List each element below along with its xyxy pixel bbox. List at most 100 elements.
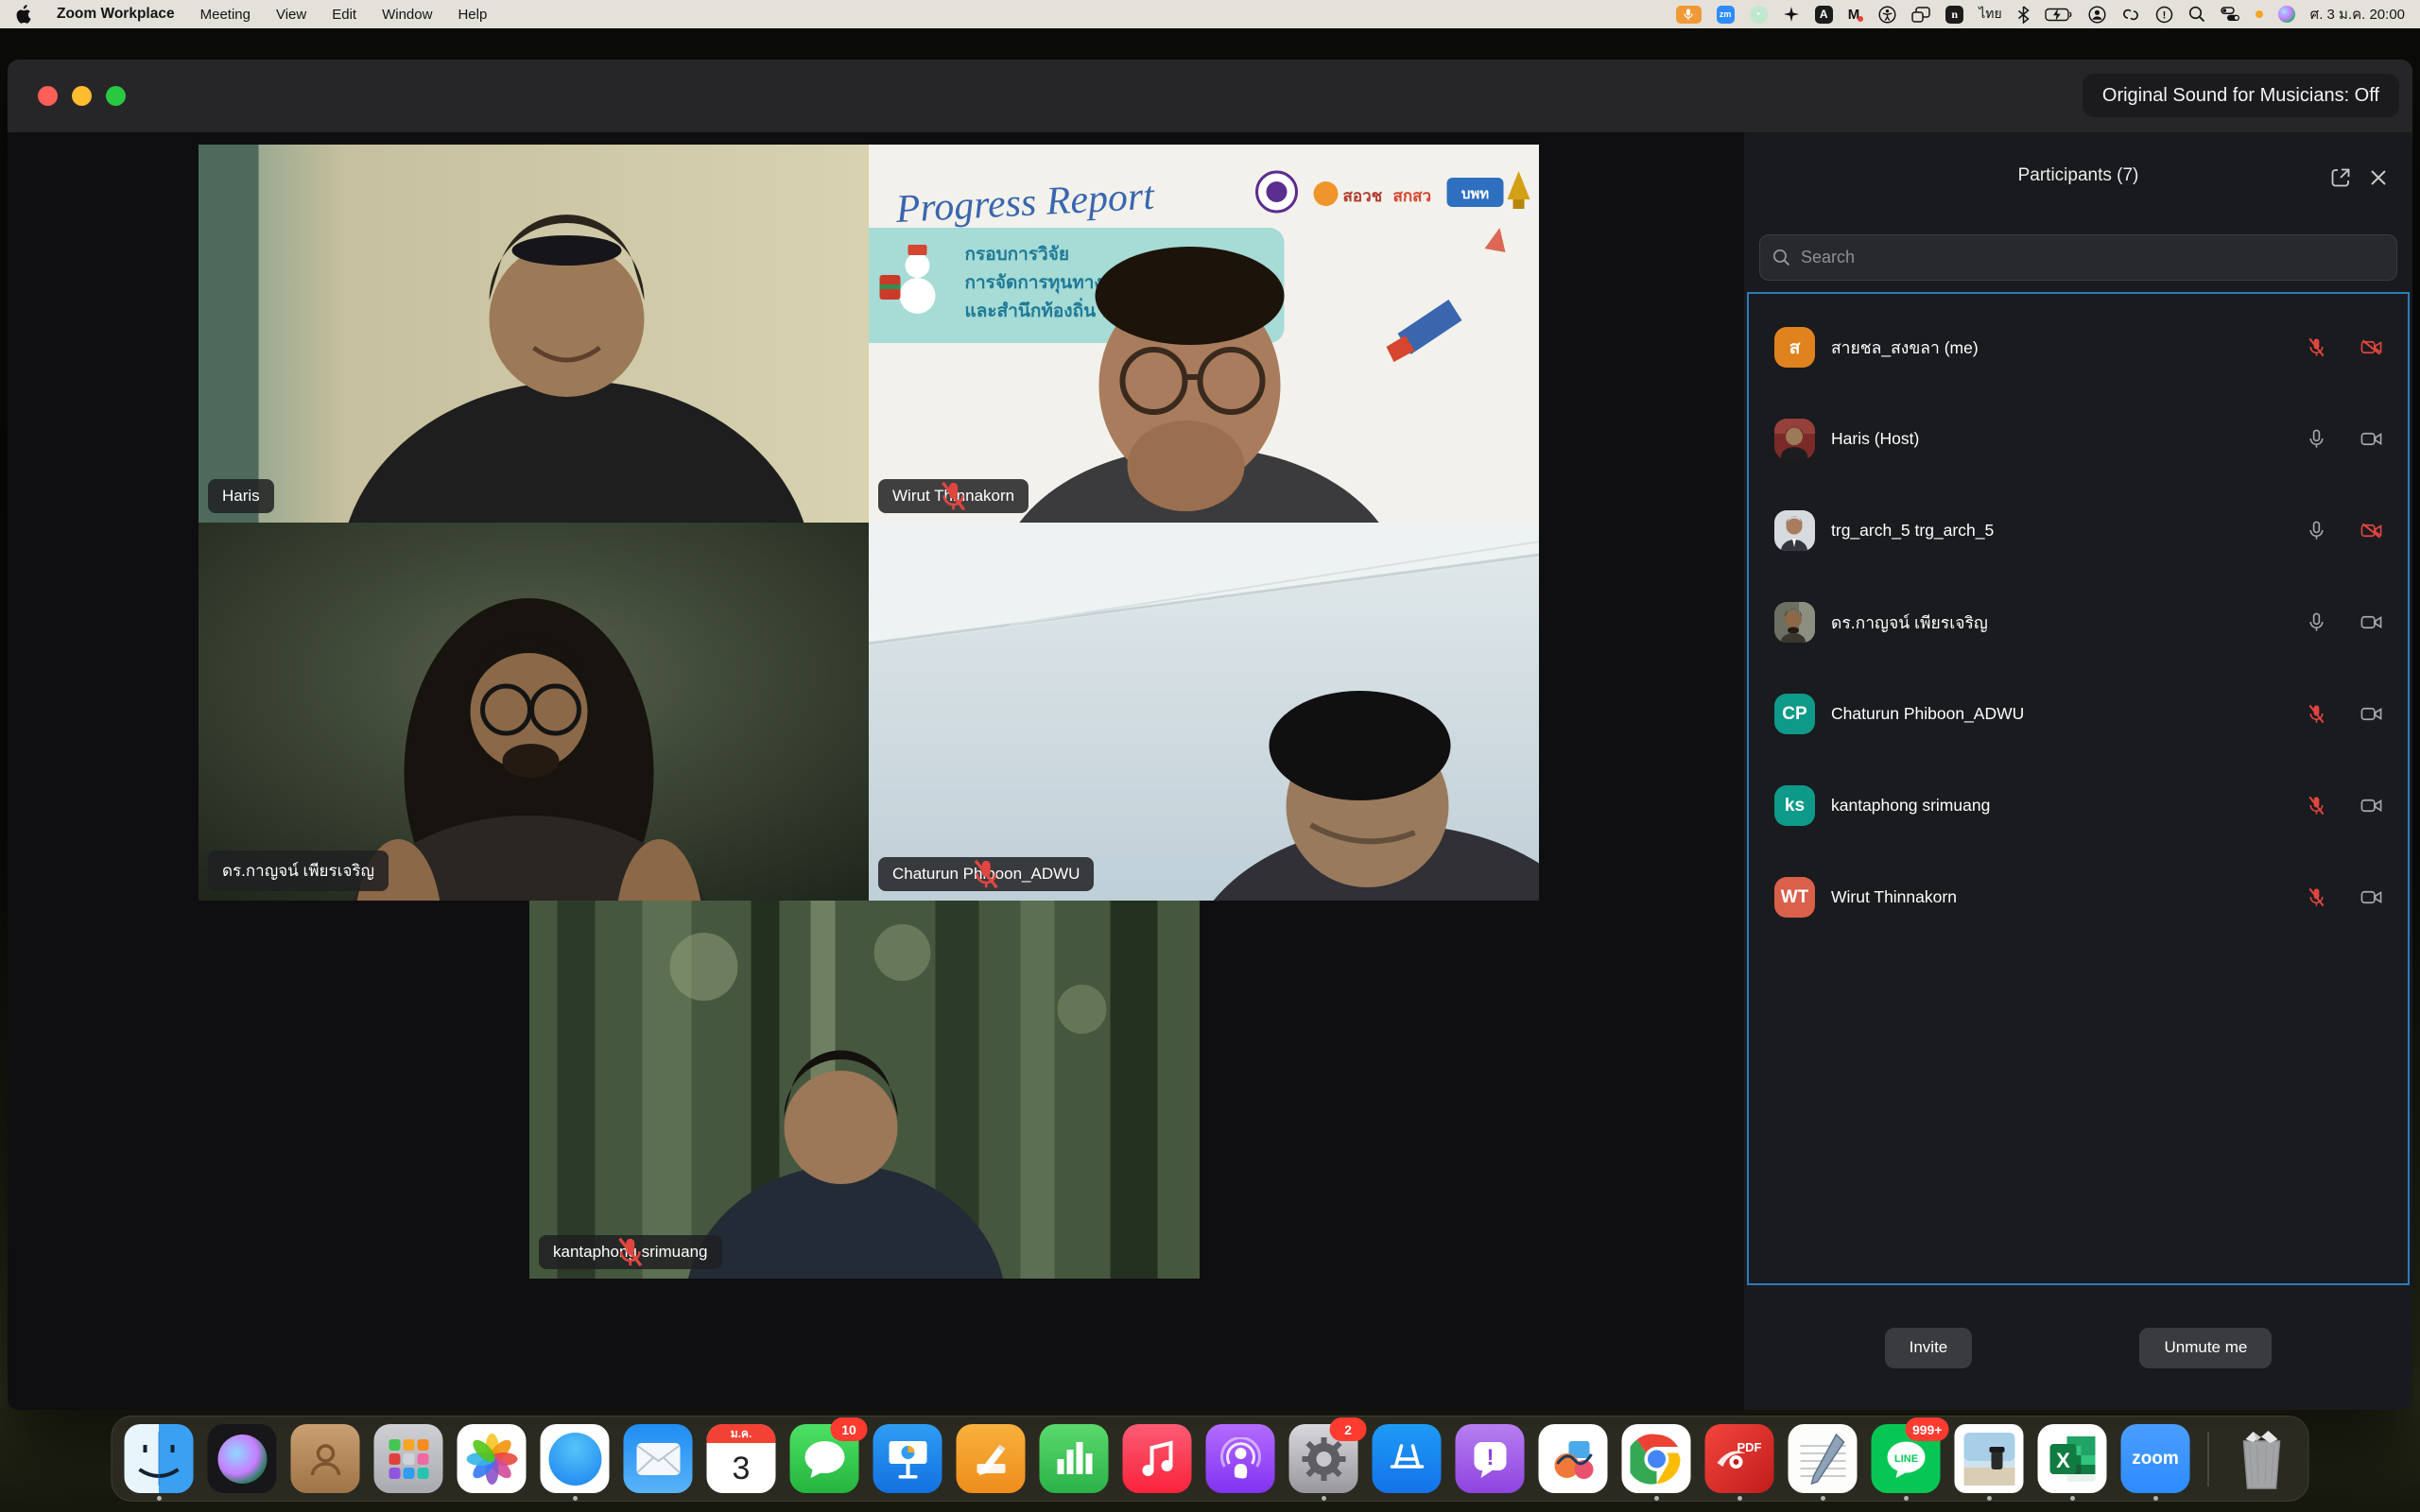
dock-feedback-icon[interactable]: !	[1456, 1424, 1525, 1493]
video-tile-haris[interactable]: Haris	[199, 145, 869, 523]
participant-row[interactable]: ส สายชล_สงขลา (me)	[1749, 301, 2408, 393]
a-app-status-icon[interactable]: A	[1815, 6, 1833, 24]
participant-name: Haris (Host)	[1831, 429, 1919, 449]
avatar	[1774, 510, 1815, 551]
dock-settings-icon[interactable]: 2	[1289, 1424, 1358, 1493]
minimize-window-button[interactable]	[72, 86, 92, 106]
video-off-icon[interactable]	[2360, 336, 2382, 358]
avatar: ks	[1774, 785, 1815, 826]
participant-row[interactable]: WT Wirut Thinnakorn	[1749, 851, 2408, 943]
dock-numbers-icon[interactable]	[1040, 1424, 1109, 1493]
dock-zoom-icon[interactable]: zoom	[2121, 1424, 2190, 1493]
m-app-status-icon[interactable]: M	[1848, 5, 1864, 24]
dock-finder-icon[interactable]	[125, 1424, 194, 1493]
participant-name: Chaturun Phiboon_ADWU	[1831, 704, 2024, 724]
svg-text:บพท: บพท	[1461, 186, 1489, 202]
menubar-app-name[interactable]: Zoom Workplace	[57, 6, 175, 23]
line-status-icon[interactable]: ●	[1750, 6, 1768, 24]
dock-podcasts-icon[interactable]	[1206, 1424, 1275, 1493]
dock-chrome-icon[interactable]	[1622, 1424, 1691, 1493]
dock-excel-icon[interactable]: X	[2038, 1424, 2107, 1493]
mic-on-icon[interactable]	[2306, 520, 2327, 541]
participant-row[interactable]: Haris (Host)	[1749, 393, 2408, 485]
dock-photos-icon[interactable]	[458, 1424, 527, 1493]
dock-line-icon[interactable]: LINE999+	[1872, 1424, 1941, 1493]
invite-button[interactable]: Invite	[1885, 1328, 1973, 1368]
time-machine-status-icon[interactable]: !	[2155, 5, 2173, 24]
mic-muted-icon[interactable]	[2306, 336, 2327, 358]
dock-keynote-icon[interactable]	[873, 1424, 942, 1493]
avatar: ส	[1774, 327, 1815, 368]
close-window-button[interactable]	[38, 86, 58, 106]
mic-on-icon[interactable]	[2306, 611, 2327, 633]
dock-appstore-icon[interactable]	[1373, 1424, 1442, 1493]
menu-help[interactable]: Help	[458, 7, 487, 23]
original-sound-toggle[interactable]: Original Sound for Musicians: Off	[2083, 74, 2399, 117]
mic-muted-icon[interactable]	[2306, 886, 2327, 908]
menu-edit[interactable]: Edit	[332, 7, 356, 23]
participant-row[interactable]: CP Chaturun Phiboon_ADWU	[1749, 668, 2408, 760]
menu-view[interactable]: View	[276, 7, 306, 23]
video-on-icon[interactable]	[2360, 611, 2382, 633]
video-off-icon[interactable]	[2360, 520, 2382, 541]
mic-on-icon[interactable]	[2306, 428, 2327, 450]
participant-row[interactable]: ดร.กาญจน์ เพียรเจริญ	[1749, 576, 2408, 668]
dock-minimized-window-icon[interactable]	[1955, 1424, 2024, 1493]
participant-row[interactable]: ks kantaphong srimuang	[1749, 760, 2408, 851]
siri-icon[interactable]	[2278, 6, 2295, 23]
svg-text:!: !	[2162, 9, 2166, 21]
participant-list[interactable]: ส สายชล_สงขลา (me) Haris (Host)	[1747, 292, 2410, 1285]
video-on-icon[interactable]	[2360, 703, 2382, 725]
participant-name: สายชล_สงขลา (me)	[1831, 335, 1979, 361]
fullscreen-window-button[interactable]	[106, 86, 126, 106]
dock-contacts-icon[interactable]	[291, 1424, 360, 1493]
video-on-icon[interactable]	[2360, 428, 2382, 450]
user-account-status-icon[interactable]	[2088, 5, 2106, 24]
video-tile-chaturun[interactable]: Chaturun Phiboon_ADWU	[869, 523, 1539, 901]
spotlight-search-icon[interactable]	[2188, 5, 2205, 24]
window-titlebar[interactable]: Original Sound for Musicians: Off	[8, 60, 2412, 132]
dock-text-editor-icon[interactable]	[1789, 1424, 1858, 1493]
accessibility-status-icon[interactable]	[1878, 5, 1896, 24]
personal-hotspot-status-icon[interactable]	[2121, 5, 2140, 24]
apple-menu-icon[interactable]	[15, 5, 31, 24]
mic-in-use-indicator[interactable]	[1676, 6, 1702, 24]
mic-muted-icon[interactable]	[2306, 795, 2327, 816]
dock-siri-icon[interactable]	[208, 1424, 277, 1493]
dock-trash-icon[interactable]	[2227, 1424, 2296, 1493]
shell-app-icon[interactable]	[1783, 5, 1800, 24]
dock-mail-icon[interactable]	[624, 1424, 693, 1493]
participant-row[interactable]: trg_arch_5 trg_arch_5	[1749, 485, 2408, 576]
notion-status-icon[interactable]: n	[1945, 6, 1963, 24]
menubar-clock[interactable]: ศ. 3 ม.ค. 20:00	[2310, 3, 2405, 26]
unmute-me-button[interactable]: Unmute me	[2139, 1328, 2272, 1368]
close-panel-icon[interactable]	[2367, 166, 2390, 189]
dock-calendar-icon[interactable]: ม.ค.3	[707, 1424, 776, 1493]
battery-status-icon[interactable]	[2045, 5, 2073, 24]
input-language-indicator[interactable]: ไทย	[1979, 5, 2001, 24]
video-tile-kantaphong[interactable]: kantaphong srimuang	[529, 901, 1200, 1279]
menu-meeting[interactable]: Meeting	[200, 7, 251, 23]
search-input[interactable]	[1799, 247, 2384, 268]
screen-mirroring-status-icon[interactable]	[1911, 5, 1930, 24]
zoom-meeting-window: Original Sound for Musicians: Off	[8, 60, 2412, 1410]
wirut-video-art: Progress Report สอวช สกสว บพท กรอบการวิจ…	[869, 145, 1539, 523]
video-on-icon[interactable]	[2360, 886, 2382, 908]
dock-messages-icon[interactable]: 10	[790, 1424, 859, 1493]
zoom-status-icon[interactable]: zm	[1717, 6, 1735, 24]
popout-panel-icon[interactable]	[2329, 166, 2352, 189]
mic-muted-icon[interactable]	[2306, 703, 2327, 725]
video-tile-wirut[interactable]: Progress Report สอวช สกสว บพท กรอบการวิจ…	[869, 145, 1539, 523]
dock-safari-icon[interactable]	[541, 1424, 610, 1493]
dock-pages-icon[interactable]	[957, 1424, 1026, 1493]
dock-music-icon[interactable]	[1123, 1424, 1192, 1493]
bluetooth-status-icon[interactable]	[2017, 5, 2030, 24]
control-center-icon[interactable]	[2221, 5, 2240, 24]
avatar-photo	[1774, 602, 1815, 643]
dock-pdf-expert-icon[interactable]: PDF	[1705, 1424, 1774, 1493]
dock-launchpad-icon[interactable]	[374, 1424, 443, 1493]
dock-freeform-icon[interactable]	[1539, 1424, 1608, 1493]
menu-window[interactable]: Window	[382, 7, 432, 23]
video-tile-dr-kan[interactable]: ดร.กาญจน์ เพียรเจริญ	[199, 523, 869, 901]
video-on-icon[interactable]	[2360, 795, 2382, 816]
